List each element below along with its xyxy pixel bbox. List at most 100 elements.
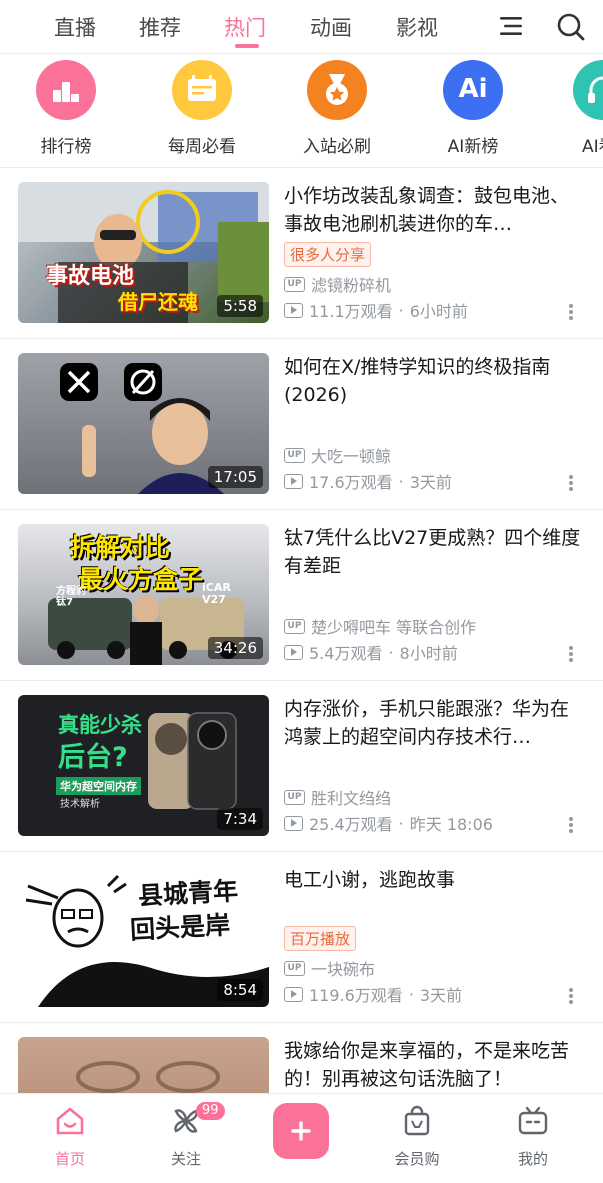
ai-icon: Ai bbox=[443, 60, 503, 120]
video-title[interactable]: 小作坊改装乱象调查：鼓包电池、事故电池刷机装进你的车… bbox=[284, 182, 586, 238]
video-tag: 百万播放 bbox=[284, 926, 357, 951]
quick-entry-ai-new[interactable]: Ai AI新榜 bbox=[418, 60, 528, 157]
nav-home[interactable]: 首页 bbox=[30, 1104, 110, 1169]
quick-entry-ai-watch[interactable]: AI看 bbox=[548, 60, 603, 157]
video-card[interactable]: 县城青年 回头是岸 8:54 电工小谢，逃跑故事 百万播放 UP 一块碗布 11… bbox=[0, 852, 603, 1023]
view-count: 17.6万观看 bbox=[309, 473, 393, 492]
bottom-nav-bar: 首页 关注 99 会员购 我的 bbox=[0, 1093, 603, 1183]
video-duration: 17:05 bbox=[207, 466, 263, 488]
more-options-icon[interactable] bbox=[561, 304, 581, 320]
play-count-icon bbox=[284, 473, 303, 489]
quick-entry-label: AI看 bbox=[582, 137, 603, 157]
separator-dot: · bbox=[388, 642, 394, 662]
uploader-row: UP 大吃一顿鲸 bbox=[284, 443, 391, 467]
tab-animation[interactable]: 动画 bbox=[310, 12, 352, 42]
video-title[interactable]: 钛7凭什么比V27更成熟？四个维度有差距 bbox=[284, 524, 586, 580]
video-thumbnail[interactable]: 拆解对比 最火方盒子 方程豹钛7 iCAR V27 34:26 bbox=[18, 524, 269, 665]
more-options-icon[interactable] bbox=[561, 988, 581, 1004]
tab-hot[interactable]: 热门 bbox=[224, 12, 266, 42]
thumbnail-caption: 技术解析 bbox=[60, 799, 100, 810]
video-duration: 8:54 bbox=[217, 979, 263, 1001]
video-card[interactable]: 17:05 如何在X/推特学知识的终极指南(2026) UP 大吃一顿鲸 17.… bbox=[0, 339, 603, 510]
quick-entry-ranking[interactable]: 排行榜 bbox=[11, 60, 121, 157]
thumbnail-caption: 最火方盒子 bbox=[78, 565, 204, 594]
uploader-name[interactable]: 滤镜粉碎机 bbox=[311, 272, 391, 296]
nav-label: 我的 bbox=[517, 1150, 548, 1168]
plus-icon bbox=[291, 1121, 311, 1141]
video-title[interactable]: 我嫁给你是来享福的，不是来吃苦的！别再被这句话洗脑了！ bbox=[284, 1037, 586, 1093]
thumbnail-caption: 方程豹钛7 bbox=[56, 586, 86, 608]
video-tag: 很多人分享 bbox=[284, 242, 372, 267]
video-title[interactable]: 如何在X/推特学知识的终极指南(2026) bbox=[284, 353, 586, 409]
stats-row: 17.6万观看 · 3天前 bbox=[284, 469, 452, 493]
separator-dot: · bbox=[398, 471, 404, 491]
stats-row: 5.4万观看 · 8小时前 bbox=[284, 640, 458, 664]
video-card[interactable]: 真能少杀 后台? 华为超空间内存 技术解析 7:34 内存涨价，手机只能跟涨？华… bbox=[0, 681, 603, 852]
up-icon: UP bbox=[284, 960, 305, 976]
quick-entry-label: 入站必刷 bbox=[303, 137, 371, 157]
publish-time: 6小时前 bbox=[409, 302, 468, 321]
search-icon[interactable] bbox=[556, 12, 586, 42]
video-card[interactable]: 事故电池 借尸还魂 5:58 小作坊改装乱象调查：鼓包电池、事故电池刷机装进你的… bbox=[0, 168, 603, 339]
video-thumbnail[interactable]: 县城青年 回头是岸 8:54 bbox=[18, 866, 269, 1007]
publish-time: 3天前 bbox=[419, 986, 463, 1005]
quick-entry-label: 每周必看 bbox=[168, 137, 236, 157]
play-count-icon bbox=[284, 986, 303, 1002]
video-duration: 34:26 bbox=[207, 637, 263, 659]
uploader-name[interactable]: 大吃一顿鲸 bbox=[311, 443, 391, 467]
tv-icon bbox=[518, 1106, 548, 1135]
uploader-name[interactable]: 楚少嘚吧车 等联合创作 bbox=[311, 614, 476, 638]
more-options-icon[interactable] bbox=[561, 817, 581, 833]
thumbnail-caption: 拆解对比 bbox=[70, 533, 171, 562]
nav-label: 关注 bbox=[170, 1150, 201, 1168]
video-title[interactable]: 电工小谢，逃跑故事 bbox=[284, 866, 586, 894]
thumbnail-caption: 回头是岸 bbox=[129, 910, 231, 945]
stats-row: 25.4万观看 · 昨天 18:06 bbox=[284, 811, 493, 835]
quick-entry-must-watch[interactable]: 入站必刷 bbox=[282, 60, 392, 157]
home-icon bbox=[56, 1107, 84, 1135]
ranking-icon bbox=[36, 60, 96, 120]
tab-live[interactable]: 直播 bbox=[54, 12, 96, 42]
stats-row: 119.6万观看 · 3天前 bbox=[284, 982, 462, 1006]
nav-member-shop[interactable]: 会员购 bbox=[377, 1104, 457, 1169]
up-icon: UP bbox=[284, 789, 305, 805]
uploader-row: UP 一块碗布 bbox=[284, 956, 375, 980]
tab-recommend[interactable]: 推荐 bbox=[139, 12, 181, 42]
medal-icon bbox=[307, 60, 367, 120]
quick-entry-label: 排行榜 bbox=[40, 137, 92, 157]
play-count-icon bbox=[284, 815, 303, 831]
nav-mine[interactable]: 我的 bbox=[493, 1104, 573, 1169]
thumbnail-caption: 华为超空间内存 bbox=[56, 777, 141, 795]
publish-button[interactable] bbox=[273, 1103, 329, 1159]
publish-time: 昨天 18:06 bbox=[409, 815, 493, 834]
nav-label: 会员购 bbox=[394, 1150, 440, 1168]
uploader-row: UP 楚少嘚吧车 等联合创作 bbox=[284, 614, 476, 638]
play-count-icon bbox=[284, 302, 303, 318]
tab-film[interactable]: 影视 bbox=[396, 12, 438, 42]
video-duration: 5:58 bbox=[217, 295, 263, 317]
uploader-name[interactable]: 胜利文绉绉 bbox=[311, 785, 391, 809]
quick-entry-weekly[interactable]: 每周必看 bbox=[147, 60, 257, 157]
more-options-icon[interactable] bbox=[561, 475, 581, 491]
quick-entry-row: 排行榜 每周必看 入站必刷 Ai AI新榜 AI bbox=[0, 54, 603, 168]
active-tab-indicator bbox=[235, 44, 259, 48]
shopping-bag-icon bbox=[404, 1105, 430, 1136]
uploader-row: UP 胜利文绉绉 bbox=[284, 785, 391, 809]
separator-dot: · bbox=[398, 300, 404, 320]
nav-label: 首页 bbox=[54, 1150, 85, 1168]
more-options-icon[interactable] bbox=[561, 646, 581, 662]
thumbnail-caption: 借尸还魂 bbox=[118, 290, 198, 314]
video-thumbnail[interactable]: 事故电池 借尸还魂 5:58 bbox=[18, 182, 269, 323]
video-title[interactable]: 内存涨价，手机只能跟涨？华为在鸿蒙上的超空间内存技术行… bbox=[284, 695, 586, 751]
video-thumbnail[interactable]: 17:05 bbox=[18, 353, 269, 494]
separator-dot: · bbox=[398, 813, 404, 833]
view-count: 25.4万观看 bbox=[309, 815, 393, 834]
top-tab-bar: 直播 推荐 热门 动画 影视 bbox=[0, 0, 603, 54]
separator-dot: · bbox=[408, 984, 414, 1004]
menu-icon[interactable] bbox=[498, 14, 524, 38]
video-thumbnail[interactable]: 真能少杀 后台? 华为超空间内存 技术解析 7:34 bbox=[18, 695, 269, 836]
stats-row: 11.1万观看 · 6小时前 bbox=[284, 298, 468, 322]
video-card[interactable]: 拆解对比 最火方盒子 方程豹钛7 iCAR V27 34:26 钛7凭什么比V2… bbox=[0, 510, 603, 681]
calendar-icon bbox=[172, 60, 232, 120]
uploader-name[interactable]: 一块碗布 bbox=[311, 956, 375, 980]
